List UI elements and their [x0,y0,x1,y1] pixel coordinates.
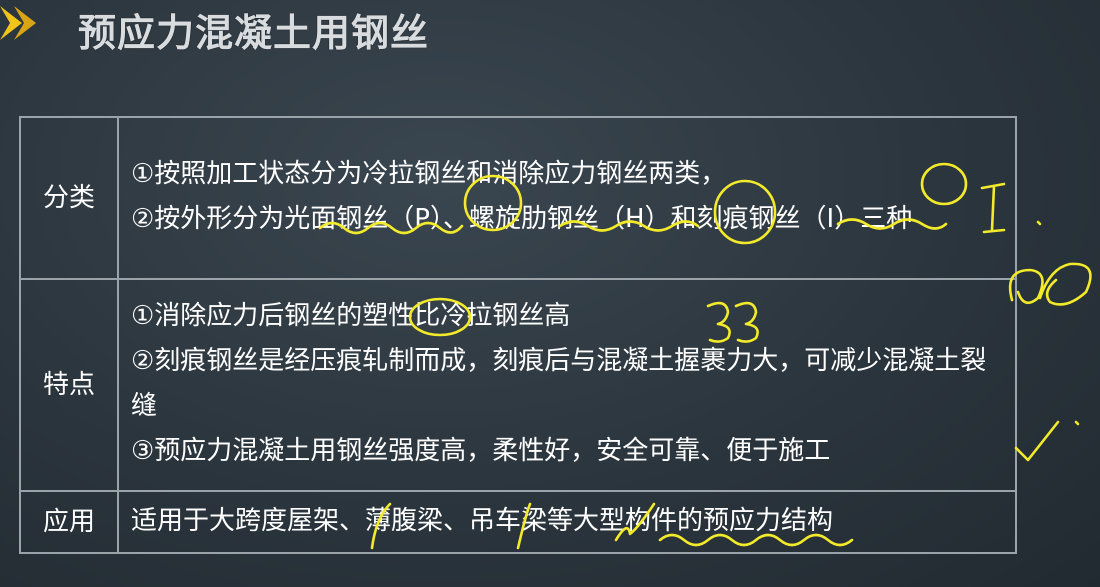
table-row-features: 特点 ①消除应力后钢丝的塑性比冷拉钢丝高 ②刻痕钢丝是经压痕轧制而成，刻痕后与混… [19,278,1017,492]
page-title: 预应力混凝土用钢丝 [78,11,430,55]
row-content-features: ①消除应力后钢丝的塑性比冷拉钢丝高 ②刻痕钢丝是经压痕轧制而成，刻痕后与混凝土握… [117,278,1017,492]
table-row-classification: 分类 ①按照加工状态分为冷拉钢丝和消除应力钢丝两类， ②按外形分为光面钢丝（P）… [19,116,1017,280]
row-label-classification: 分类 [19,116,119,280]
steel-wire-table: 分类 ①按照加工状态分为冷拉钢丝和消除应力钢丝两类， ②按外形分为光面钢丝（P）… [19,116,1017,554]
ink-scribble [1008,262,1092,306]
ink-dot [1036,220,1042,226]
content-line: ②刻痕钢丝是经压痕轧制而成，刻痕后与混凝土握裹力大，可减少混凝土裂缝 [131,346,987,421]
row-label-features: 特点 [19,278,119,492]
table-row-application: 应用 适用于大跨度屋架、薄腹梁、吊车梁等大型构件的预应力结构 [19,490,1017,554]
content-line: 适用于大跨度屋架、薄腹梁、吊车梁等大型构件的预应力结构 [131,505,834,536]
ink-dot [1074,420,1080,426]
row-content-classification: ①按照加工状态分为冷拉钢丝和消除应力钢丝两类， ②按外形分为光面钢丝（P）、螺旋… [117,116,1017,280]
row-content-application: 适用于大跨度屋架、薄腹梁、吊车梁等大型构件的预应力结构 [117,490,1017,554]
row-label-application: 应用 [19,490,119,554]
content-line: ③预应力混凝土用钢丝强度高，柔性好，安全可靠、便于施工 [131,436,831,466]
content-line: ①按照加工状态分为冷拉钢丝和消除应力钢丝两类， [131,159,727,189]
content-line: ①消除应力后钢丝的塑性比冷拉钢丝高 [131,301,571,331]
arrow-right-icon [0,6,36,40]
content-line: ②按外形分为光面钢丝（P）、螺旋肋钢丝（H）和刻痕钢丝（I）三种 [131,204,913,234]
ink-check [1014,420,1060,462]
